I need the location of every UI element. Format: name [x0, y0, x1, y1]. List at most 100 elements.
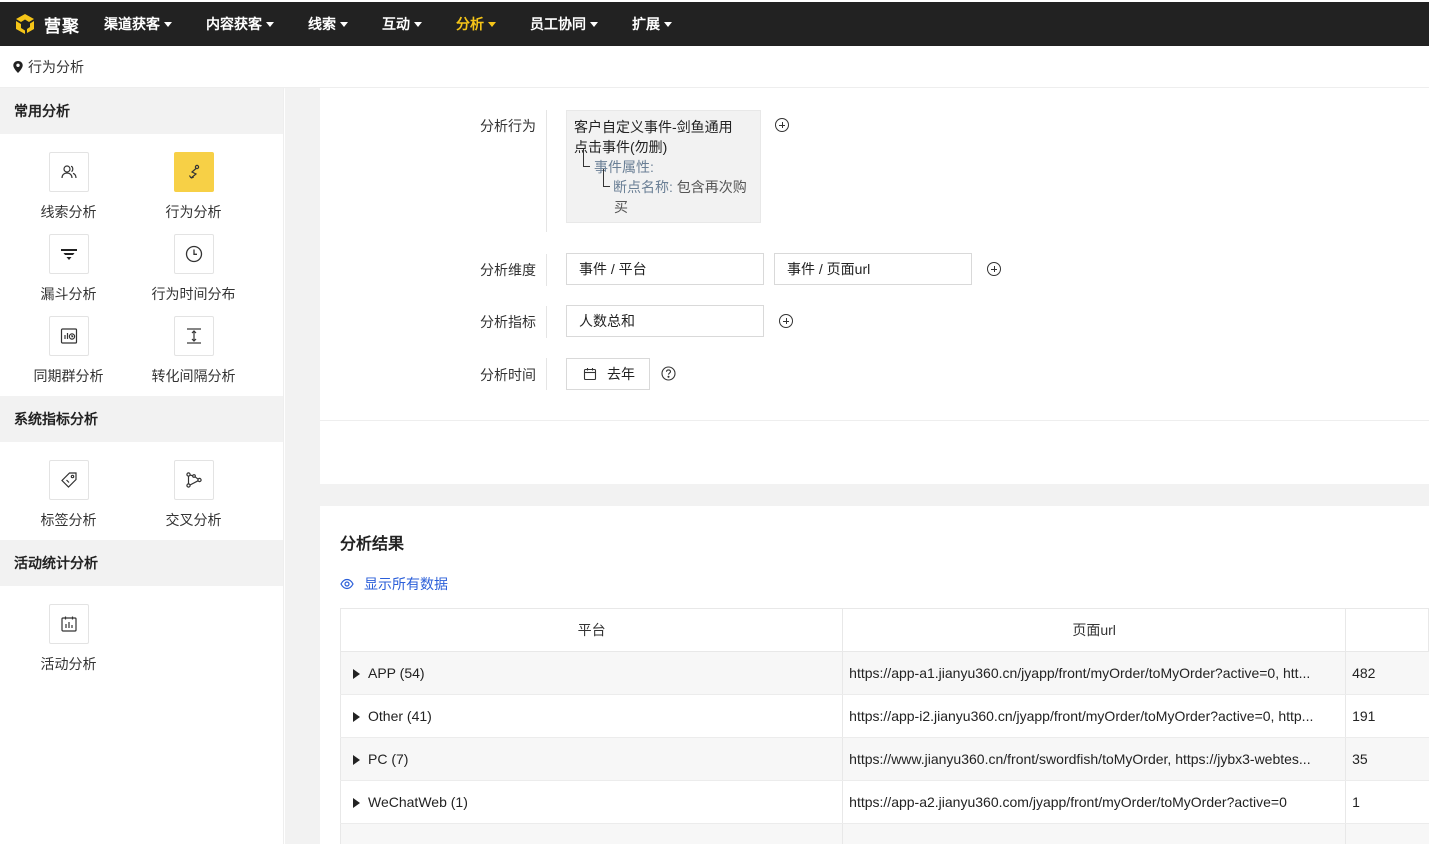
- sidebar-item-activity-analysis[interactable]: 活动分析: [6, 604, 131, 674]
- dimension-select-1[interactable]: 事件 / 平台: [566, 253, 764, 285]
- brand-name: 营聚: [44, 16, 80, 36]
- platform-cell: WeChatWeb (1): [339, 780, 843, 824]
- clock-icon: [185, 245, 202, 263]
- sidebar-section-common: 线索分析 行为分析 漏斗分析 行为时间分布 同期群分析 转化间隔分析: [0, 134, 283, 392]
- metric-select[interactable]: 人数总和: [566, 305, 764, 337]
- sidebar-section-title: 系统指标分析: [0, 396, 283, 442]
- nav-item-channel[interactable]: 渠道获客: [104, 14, 172, 34]
- nav-label: 渠道获客: [104, 16, 160, 32]
- nav-label: 线索: [308, 16, 336, 32]
- expand-arrow-icon[interactable]: [353, 669, 360, 680]
- time-label: 分析时间: [480, 367, 536, 383]
- analysis-sidebar: 常用分析 线索分析 行为分析 漏斗分析 行为时间分布 同期群分析 转化间隔分析 …: [0, 88, 284, 844]
- tree-connector: [603, 169, 610, 187]
- user-group-icon: [60, 165, 77, 179]
- platform-value: APP (54): [368, 665, 425, 681]
- add-dimension-icon[interactable]: [987, 262, 1001, 276]
- tile-icon-box: [173, 234, 214, 274]
- sidebar-item-label: 活动分析: [40, 656, 97, 672]
- add-behavior-icon[interactable]: [775, 118, 789, 132]
- sidebar-section-system: 标签分析 交叉分析: [0, 442, 283, 536]
- sidebar-item-label: 漏斗分析: [40, 286, 97, 302]
- divider: [546, 110, 547, 232]
- nav-item-extension[interactable]: 扩展: [632, 14, 672, 34]
- cohort-chart-icon: [60, 328, 77, 344]
- nav-item-analysis[interactable]: 分析: [456, 14, 496, 34]
- tag-icon: [60, 472, 77, 488]
- sidebar-item-lead-analysis[interactable]: 线索分析: [6, 152, 131, 222]
- caret-down-icon: [340, 21, 348, 27]
- time-range-picker[interactable]: 去年: [566, 358, 650, 390]
- condition-value: 包含再次购: [676, 179, 747, 195]
- sidebar-item-funnel-analysis[interactable]: 漏斗分析: [6, 234, 131, 304]
- table-row[interactable]: Other (41) https://app-i2.jianyu360.cn/j…: [339, 694, 1429, 738]
- expand-arrow-icon[interactable]: [353, 712, 360, 723]
- caret-down-icon: [664, 21, 672, 27]
- breadcrumb: 行为分析: [0, 46, 1429, 88]
- sidebar-item-conversion-interval[interactable]: 转化间隔分析: [131, 316, 256, 386]
- nav-item-content[interactable]: 内容获客: [206, 14, 274, 34]
- tile-icon-box: [48, 604, 89, 644]
- table-row[interactable]: PC (7) https://www.jianyu360.cn/front/sw…: [339, 737, 1429, 781]
- event-name-line2: 点击事件(勿删): [574, 139, 668, 155]
- value-cell: 191: [1345, 694, 1429, 738]
- sidebar-item-label: 行为分析: [165, 204, 222, 220]
- nav-item-staff[interactable]: 员工协同: [530, 14, 598, 34]
- nav-label: 扩展: [632, 16, 660, 32]
- sidebar-item-label: 标签分析: [40, 512, 97, 528]
- sidebar-item-cross-analysis[interactable]: 交叉分析: [131, 460, 256, 530]
- condition-key: 断点名称:: [613, 179, 673, 195]
- behavior-label: 分析行为: [480, 118, 536, 134]
- nav-item-leads[interactable]: 线索: [308, 14, 348, 34]
- tile-icon-box: [48, 152, 89, 192]
- platform-cell: APP (54): [339, 651, 843, 695]
- show-all-data-label: 显示所有数据: [364, 576, 448, 592]
- caret-down-icon: [488, 21, 496, 27]
- sidebar-section-title: 活动统计分析: [0, 540, 283, 586]
- empty-cell: [842, 823, 1346, 844]
- dimension-select-2[interactable]: 事件 / 页面url: [774, 253, 972, 285]
- analysis-results-panel: 分析结果 显示所有数据 平台 页面url APP (54) https://ap…: [320, 506, 1429, 844]
- nav-item-interaction[interactable]: 互动: [382, 14, 422, 34]
- pointer-path-icon: [188, 164, 199, 179]
- top-navigation-bar: 营聚 渠道获客 内容获客 线索 互动 分析 员工协同 扩展: [0, 2, 1429, 46]
- nav-label: 员工协同: [530, 16, 586, 32]
- table-header-row: 平台 页面url: [339, 608, 1429, 652]
- cross-nodes-icon: [185, 472, 202, 488]
- table-row[interactable]: WeChatWeb (1) https://app-a2.jianyu360.c…: [339, 780, 1429, 824]
- layout-gutter: [285, 88, 320, 844]
- location-pin-icon: [13, 60, 23, 73]
- platform-value: WeChatWeb (1): [368, 794, 468, 810]
- add-metric-icon[interactable]: [779, 314, 793, 328]
- brand-logo[interactable]: 营聚: [14, 12, 80, 37]
- sidebar-item-time-distribution[interactable]: 行为时间分布: [131, 234, 256, 304]
- sidebar-item-behavior-analysis[interactable]: 行为分析: [131, 152, 256, 222]
- results-title: 分析结果: [340, 536, 405, 553]
- empty-cell: [339, 823, 843, 844]
- url-cell: https://app-i2.jianyu360.cn/jyapp/front/…: [842, 694, 1346, 738]
- metric-label: 分析指标: [480, 314, 536, 330]
- config-footer: [320, 420, 1429, 484]
- sidebar-item-label: 同期群分析: [33, 368, 104, 384]
- tile-icon-box: [173, 152, 214, 192]
- show-all-data-link[interactable]: 显示所有数据: [340, 574, 448, 594]
- time-range-value: 去年: [607, 366, 635, 382]
- sidebar-item-cohort-analysis[interactable]: 同期群分析: [6, 316, 131, 386]
- sidebar-item-label: 线索分析: [40, 204, 97, 220]
- tile-icon-box: [48, 234, 89, 274]
- caret-down-icon: [590, 21, 598, 27]
- help-icon[interactable]: [661, 366, 676, 381]
- caret-down-icon: [266, 21, 274, 27]
- results-table: 平台 页面url APP (54) https://app-a1.jianyu3…: [339, 608, 1429, 844]
- behavior-event-card[interactable]: 客户自定义事件-剑鱼通用 点击事件(勿删) 事件属性: 断点名称: 包含再次购 …: [566, 110, 761, 223]
- sidebar-item-tag-analysis[interactable]: 标签分析: [6, 460, 131, 530]
- platform-value: PC (7): [368, 751, 409, 767]
- table-row[interactable]: APP (54) https://app-a1.jianyu360.cn/jya…: [339, 651, 1429, 695]
- table-row: [339, 823, 1429, 844]
- divider: [546, 358, 547, 390]
- condition-value-cont: 买: [614, 199, 628, 215]
- expand-arrow-icon[interactable]: [353, 755, 360, 766]
- url-cell: https://app-a1.jianyu360.cn/jyapp/front/…: [842, 651, 1346, 695]
- expand-arrow-icon[interactable]: [353, 798, 360, 809]
- tree-connector: [583, 149, 590, 167]
